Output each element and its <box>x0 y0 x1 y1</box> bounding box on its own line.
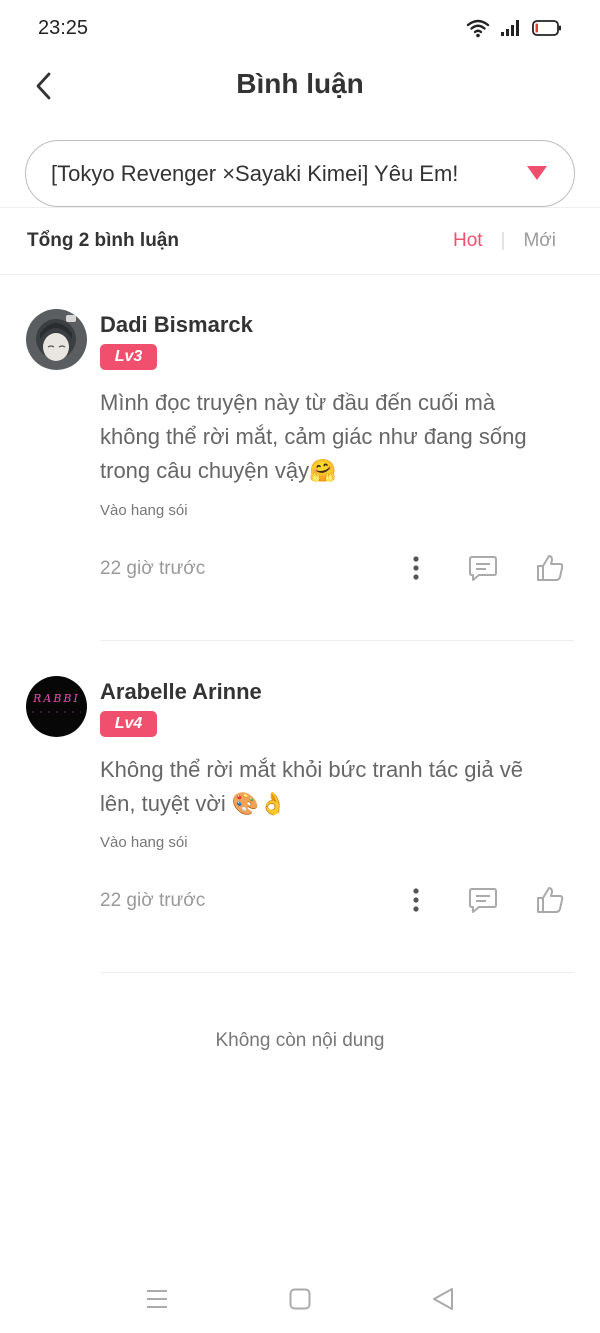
comment-count: Tổng 2 bình luận <box>27 230 179 251</box>
avatar[interactable]: RABBI <box>26 676 87 737</box>
home-button[interactable] <box>285 1284 315 1314</box>
sort-tabs: Hot | Mới <box>453 230 556 252</box>
chat-bubble-icon <box>469 556 497 581</box>
comment-time: 22 giờ trước <box>100 890 206 911</box>
home-square-icon <box>289 1288 311 1310</box>
thumbs-up-icon <box>537 555 564 581</box>
divider <box>100 640 574 641</box>
like-button[interactable] <box>533 883 567 917</box>
comment-source[interactable]: Vào hang sói <box>100 502 188 519</box>
divider <box>0 274 600 275</box>
system-nav-bar <box>0 1270 600 1333</box>
wifi-icon <box>466 18 490 43</box>
level-badge: Lv4 <box>100 711 157 737</box>
sort-separator: | <box>500 230 506 251</box>
reply-button[interactable] <box>466 883 500 917</box>
like-button[interactable] <box>533 551 567 585</box>
status-time: 23:25 <box>38 17 89 39</box>
battery-icon <box>532 19 562 42</box>
avatar[interactable] <box>26 309 87 370</box>
divider <box>100 972 574 973</box>
thumbs-up-icon <box>537 887 564 913</box>
more-vertical-icon <box>413 556 419 580</box>
username[interactable]: Arabelle Arinne <box>100 679 262 705</box>
chapter-select[interactable]: [Tokyo Revenger ×Sayaki Kimei] Yêu Em! <box>25 140 575 207</box>
summary-row: Tổng 2 bình luận Hot | Mới <box>0 208 600 274</box>
end-of-list-message: Không còn nội dung <box>215 1030 385 1051</box>
menu-button[interactable] <box>142 1284 172 1314</box>
comment-time: 22 giờ trước <box>100 558 206 579</box>
system-back-button[interactable] <box>428 1284 458 1314</box>
more-button[interactable] <box>399 883 433 917</box>
sort-tab-hot[interactable]: Hot <box>453 230 483 252</box>
reply-button[interactable] <box>466 551 500 585</box>
comments-screen: 23:25 Bình luận [Tokyo Revenger ×Sayaki … <box>0 0 600 1333</box>
back-triangle-icon <box>433 1288 453 1310</box>
comment-text: Mình đọc truyện này từ đầu đến cuối mà k… <box>100 390 527 483</box>
triangle-down-icon <box>526 165 548 186</box>
more-vertical-icon <box>413 888 419 912</box>
level-badge: Lv3 <box>100 344 157 370</box>
status-bar: 23:25 <box>0 0 600 56</box>
comment-text: Không thể rời mắt khỏi bức tranh tác giả… <box>100 757 523 816</box>
more-button[interactable] <box>399 551 433 585</box>
chat-bubble-icon <box>469 888 497 913</box>
avatar-text: RABBI <box>32 692 80 705</box>
chapter-select-value: [Tokyo Revenger ×Sayaki Kimei] Yêu Em! <box>51 160 459 186</box>
page-title: Bình luận <box>236 68 364 99</box>
username[interactable]: Dadi Bismarck <box>100 312 253 338</box>
comment-source[interactable]: Vào hang sói <box>100 834 188 851</box>
header: Bình luận <box>0 56 600 120</box>
sort-tab-new[interactable]: Mới <box>523 230 556 252</box>
status-icons <box>466 18 562 43</box>
menu-icon <box>147 1290 167 1308</box>
signal-icon <box>500 19 522 42</box>
